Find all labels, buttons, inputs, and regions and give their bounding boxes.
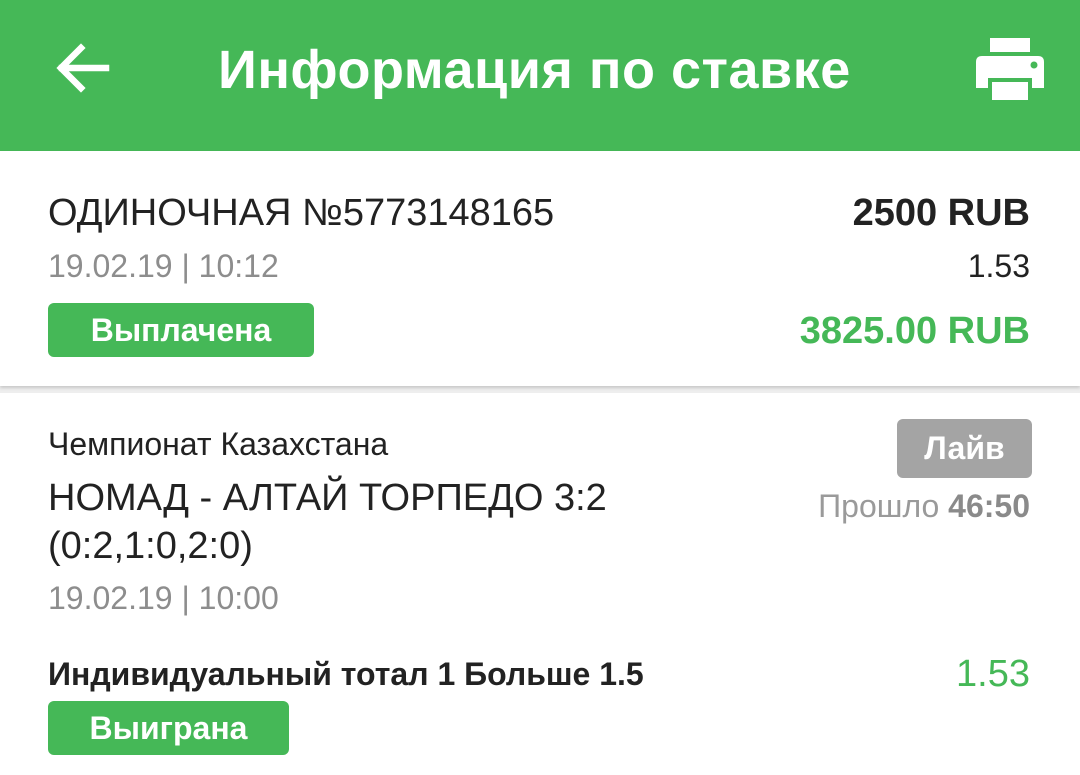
bet-status-badge: Выплачена	[48, 303, 314, 357]
print-button[interactable]	[972, 32, 1048, 106]
live-badge: Лайв	[897, 419, 1032, 478]
bet-payout: 3825.00 RUB	[799, 310, 1030, 352]
back-button[interactable]	[48, 34, 116, 102]
event-period-scores: (0:2,1:0,2:0)	[48, 525, 253, 567]
market-status-badge: Выиграна	[48, 701, 289, 755]
bet-summary-card: ОДИНОЧНАЯ №5773148165 19.02.19 | 10:12 В…	[0, 151, 1080, 386]
bet-amount: 2500 RUB	[852, 192, 1030, 234]
market-coefficient: 1.53	[956, 653, 1030, 695]
bet-type-number: ОДИНОЧНАЯ №5773148165	[48, 192, 555, 234]
event-match: НОМАД - АЛТАЙ ТОРПЕДО 3:2	[48, 477, 607, 519]
event-datetime: 19.02.19 | 10:00	[48, 580, 279, 616]
elapsed-time: Прошло 46:50	[818, 487, 1030, 525]
event-league: Чемпионат Казахстана	[48, 426, 389, 462]
arrow-left-icon	[48, 34, 116, 102]
bet-coefficient: 1.53	[967, 248, 1030, 284]
event-card: Чемпионат Казахстана НОМАД - АЛТАЙ ТОРПЕ…	[0, 393, 1080, 775]
printer-icon	[972, 32, 1048, 106]
market-name: Индивидуальный тотал 1 Больше 1.5	[48, 656, 644, 692]
page-title: Информация по ставке	[218, 40, 851, 100]
app-bar: Информация по ставке	[0, 0, 1080, 151]
bet-datetime: 19.02.19 | 10:12	[48, 248, 279, 284]
elapsed-label: Прошло	[818, 488, 940, 524]
elapsed-value: 46:50	[948, 488, 1030, 524]
